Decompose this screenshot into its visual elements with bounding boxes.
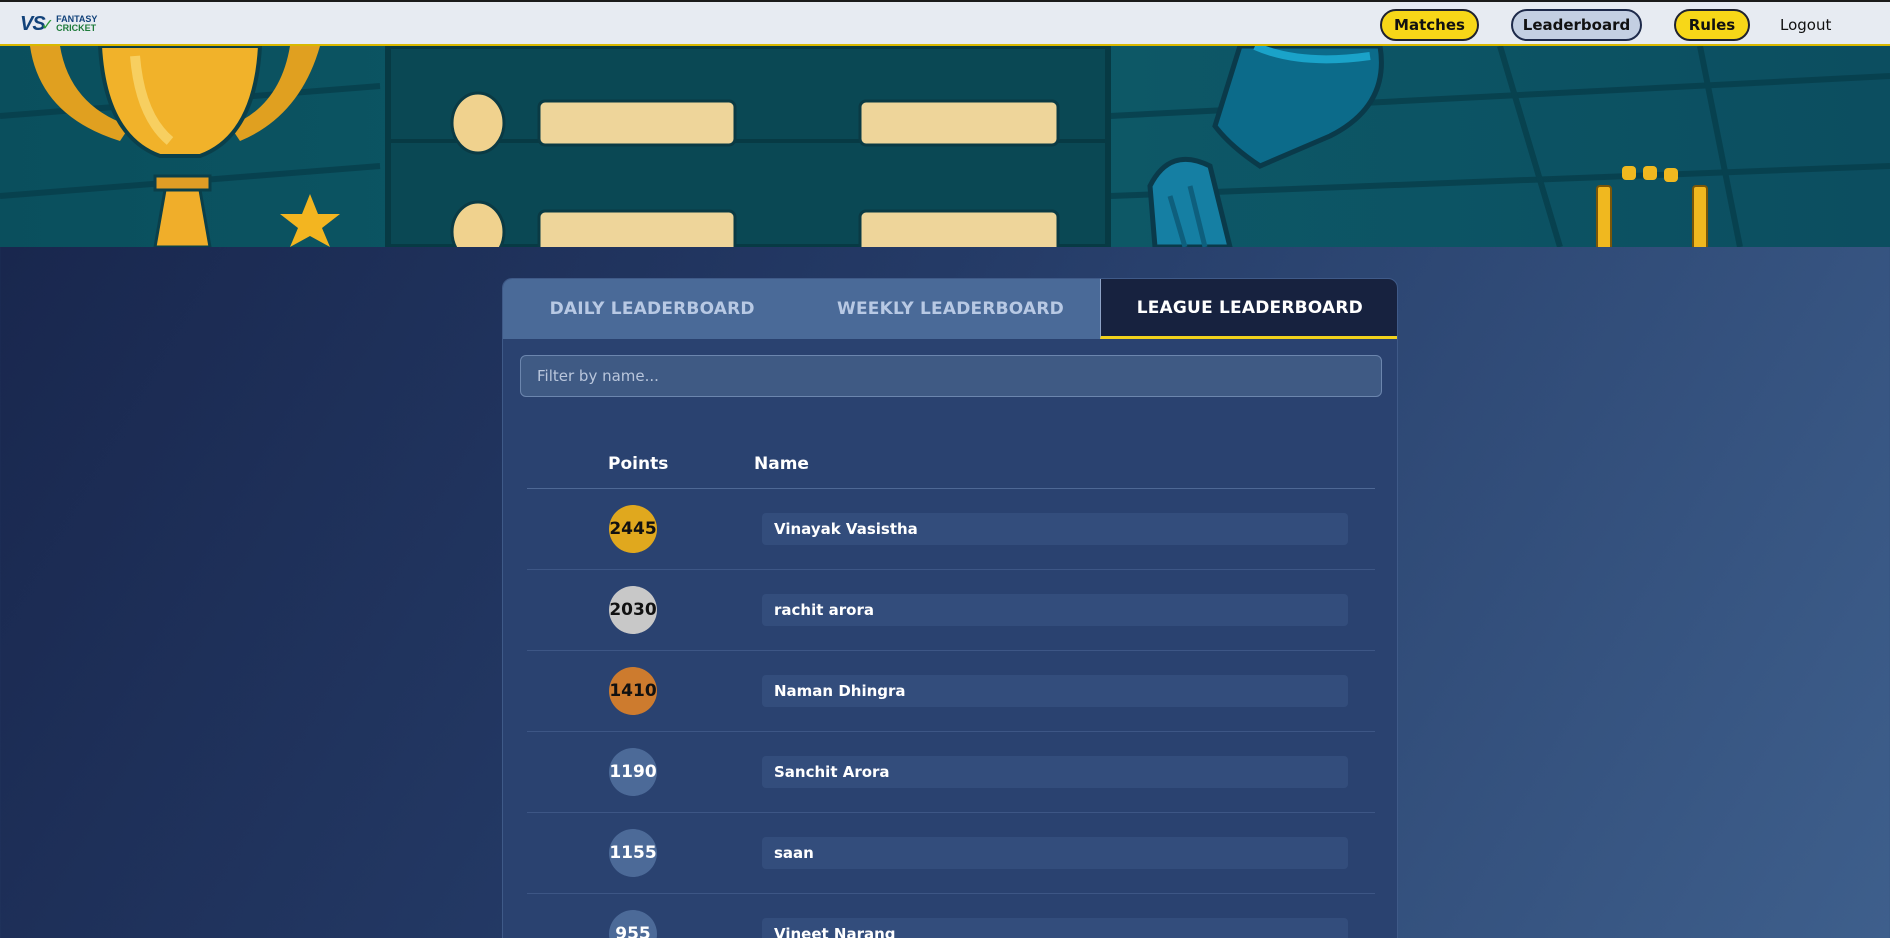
logo-brand-bottom: CRICKET [56, 23, 97, 33]
hero-illustration [0, 46, 1890, 247]
top-navbar: VS ✓ FANTASY CRICKET Matches Leaderboard… [0, 0, 1890, 46]
logo-check-icon: ✓ [40, 14, 55, 34]
table-row: 2445 Vinayak Vasistha [527, 489, 1375, 570]
points-badge: 955 [609, 910, 657, 938]
points-badge: 1410 [609, 667, 657, 715]
leaderboard-nav-button[interactable]: Leaderboard [1511, 9, 1642, 41]
player-name: Vineet Narang [762, 918, 1348, 938]
matches-nav-button[interactable]: Matches [1380, 9, 1479, 41]
player-name: Naman Dhingra [762, 675, 1348, 707]
app-logo[interactable]: VS ✓ FANTASY CRICKET [20, 11, 100, 37]
table-row: 1190 Sanchit Arora [527, 732, 1375, 813]
player-name: rachit arora [762, 594, 1348, 626]
table-row: 955 Vineet Narang [527, 894, 1375, 938]
points-badge: 2445 [609, 505, 657, 553]
table-row: 1410 Naman Dhingra [527, 651, 1375, 732]
logout-link[interactable]: Logout [1780, 9, 1831, 41]
hero-banner [0, 46, 1890, 247]
points-column-header: Points [608, 454, 669, 474]
table-row: 2030 rachit arora [527, 570, 1375, 651]
rules-nav-button[interactable]: Rules [1674, 9, 1750, 41]
table-row: 1155 saan [527, 813, 1375, 894]
tab-daily-leaderboard[interactable]: DAILY LEADERBOARD [503, 279, 801, 339]
filter-name-input[interactable] [520, 355, 1382, 397]
player-name: Vinayak Vasistha [762, 513, 1348, 545]
leaderboard-panel: DAILY LEADERBOARD WEEKLY LEADERBOARD LEA… [502, 278, 1398, 938]
logo-brand: FANTASY CRICKET [56, 15, 97, 33]
points-badge: 1190 [609, 748, 657, 796]
player-name: saan [762, 837, 1348, 869]
points-badge: 2030 [609, 586, 657, 634]
leaderboard-tabs: DAILY LEADERBOARD WEEKLY LEADERBOARD LEA… [503, 279, 1397, 339]
name-column-header: Name [754, 454, 809, 474]
tab-league-leaderboard[interactable]: LEAGUE LEADERBOARD [1099, 279, 1397, 339]
player-name: Sanchit Arora [762, 756, 1348, 788]
points-badge: 1155 [609, 829, 657, 877]
tab-weekly-leaderboard[interactable]: WEEKLY LEADERBOARD [801, 279, 1099, 339]
